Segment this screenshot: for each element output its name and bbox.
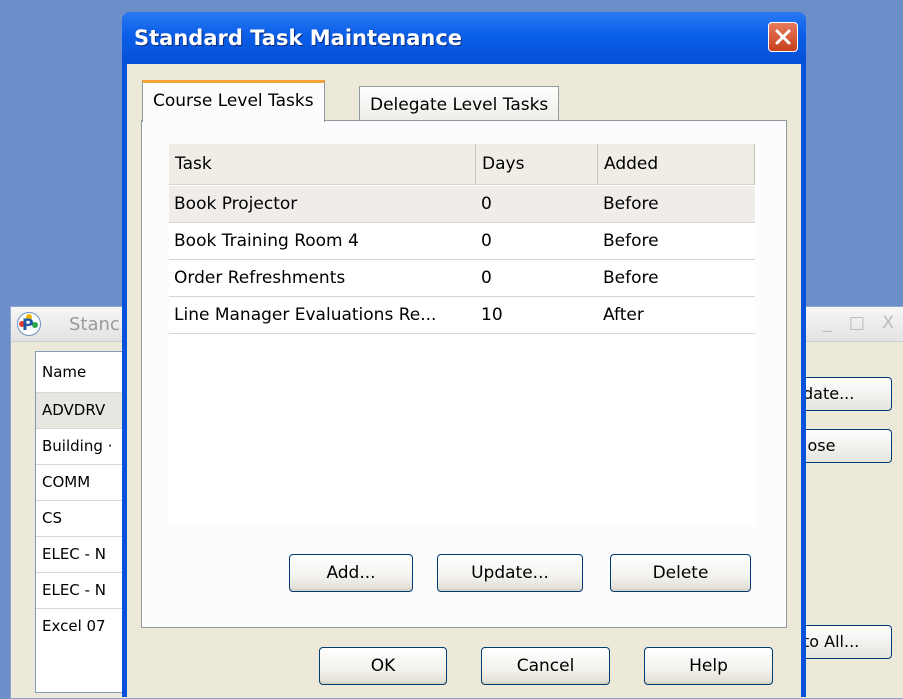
column-header-added[interactable]: Added [598, 144, 755, 184]
background-close-button[interactable]: lose [796, 429, 892, 463]
table-row[interactable]: Order Refreshments 0 Before [169, 260, 755, 297]
add-task-button[interactable]: Add... [289, 554, 413, 592]
task-cell: Book Training Room 4 [174, 231, 359, 251]
table-row[interactable]: Book Training Room 4 0 Before [169, 223, 755, 260]
task-list[interactable]: Task Days Added Book Projector 0 Before … [169, 144, 755, 526]
days-cell: 0 [481, 194, 492, 214]
dialog-titlebar[interactable]: Standard Task Maintenance [122, 12, 806, 64]
background-window-controls-icon[interactable]: _ □ X [823, 313, 900, 333]
column-header-task[interactable]: Task [169, 144, 476, 184]
task-cell: Line Manager Evaluations Re... [174, 305, 437, 325]
task-cell: Order Refreshments [174, 268, 346, 288]
dialog-body: Course Level Tasks Delegate Level Tasks … [127, 64, 801, 697]
task-list-header: Task Days Added [169, 144, 755, 185]
days-cell: 10 [481, 305, 503, 325]
task-cell: Book Projector [174, 194, 298, 214]
added-cell: Before [603, 194, 659, 214]
close-icon[interactable] [768, 22, 798, 52]
table-row[interactable]: Line Manager Evaluations Re... 10 After [169, 297, 755, 334]
tab-course-level-tasks[interactable]: Course Level Tasks [142, 80, 325, 122]
added-cell: Before [603, 268, 659, 288]
table-row[interactable]: Book Projector 0 Before [169, 186, 755, 223]
tab-panel-course-level-tasks: Task Days Added Book Projector 0 Before … [141, 120, 787, 628]
column-header-days[interactable]: Days [476, 144, 598, 184]
days-cell: 0 [481, 268, 492, 288]
dialog-title: Standard Task Maintenance [134, 26, 463, 50]
ok-button[interactable]: OK [319, 647, 447, 685]
delete-task-button[interactable]: Delete [610, 554, 751, 592]
background-update-button[interactable]: date... [796, 377, 892, 411]
tab-delegate-level-tasks[interactable]: Delegate Level Tasks [359, 86, 560, 124]
background-window-title: Stanc [69, 314, 120, 335]
cancel-button[interactable]: Cancel [481, 647, 610, 685]
added-cell: Before [603, 231, 659, 251]
days-cell: 0 [481, 231, 492, 251]
app-logo-icon: P [17, 312, 41, 336]
added-cell: After [603, 305, 644, 325]
update-task-button[interactable]: Update... [437, 554, 583, 592]
background-apply-to-all-button[interactable]: to All... [796, 625, 892, 659]
help-button[interactable]: Help [644, 647, 773, 685]
standard-task-maintenance-dialog: Standard Task Maintenance Course Level T… [122, 12, 806, 697]
